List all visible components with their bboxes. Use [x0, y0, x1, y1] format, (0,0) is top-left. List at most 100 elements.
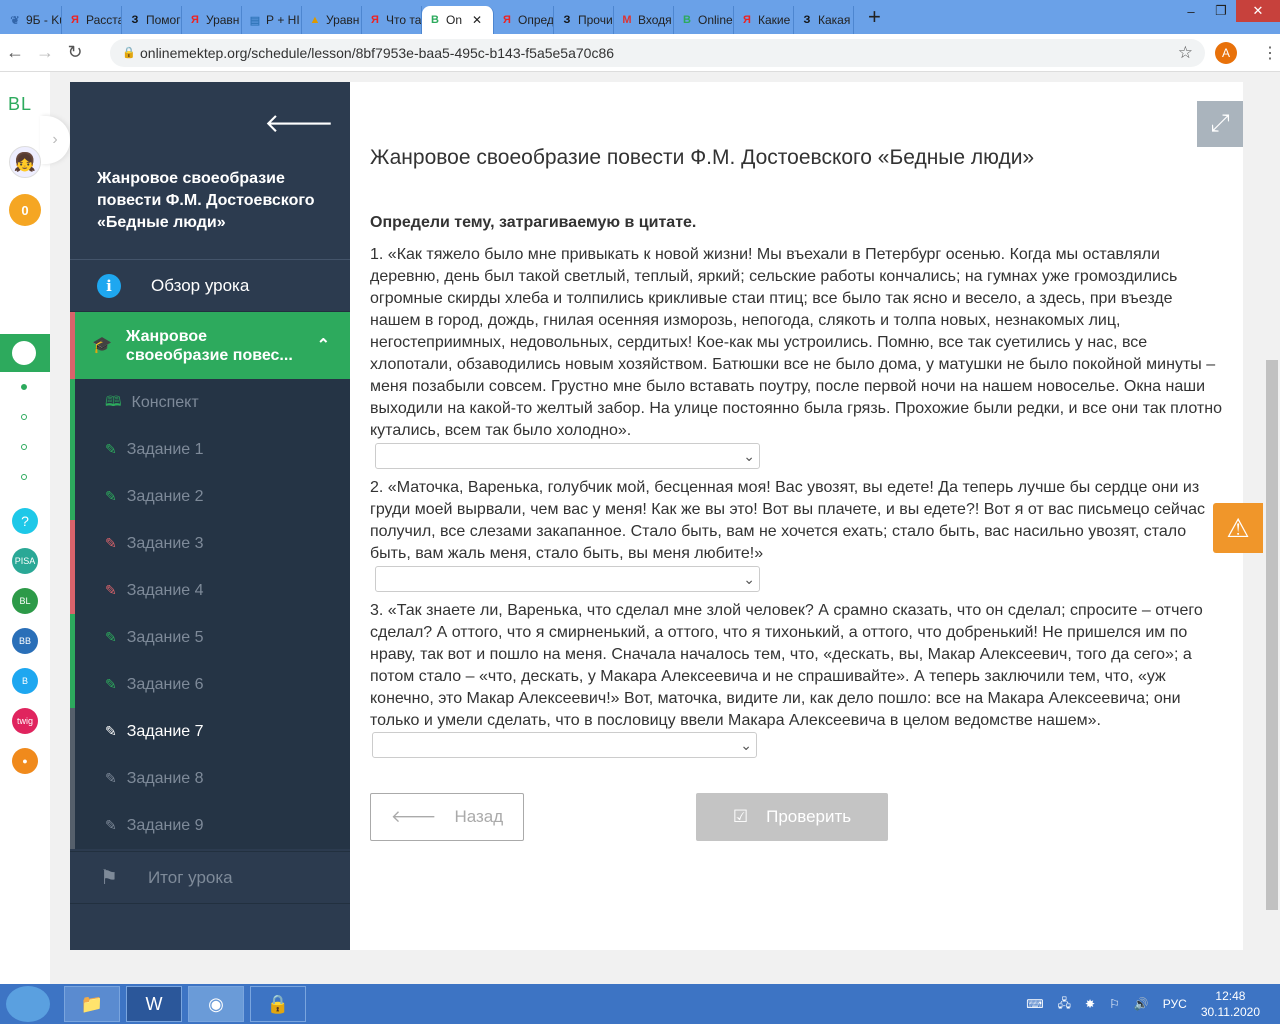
user-avatar[interactable]: 👧	[9, 146, 41, 178]
book-icon: 🕮	[105, 392, 122, 409]
tab-strip: ❦ 9Б - Ku Я Расста З Помог Я Уравн ▤ Р + НІ ▲ Уравн…	[0, 0, 1280, 34]
chrome-icon[interactable]: ◉	[188, 986, 244, 1022]
bilimbook-icon[interactable]: BB	[12, 628, 38, 654]
browser-tab[interactable]: З Какая	[794, 6, 854, 34]
scrollbar[interactable]	[1264, 72, 1280, 984]
answer-select-1[interactable]: ⌄	[375, 443, 760, 469]
browser-tab[interactable]: B Online	[674, 6, 734, 34]
znanija-icon: З	[131, 14, 139, 26]
browser-tab[interactable]: З Прочи	[554, 6, 614, 34]
arrow-left-icon[interactable]: 🡐	[264, 108, 334, 139]
nav-dot[interactable]	[21, 474, 27, 480]
sidebar-item-task[interactable]: ✎ Задание 9	[70, 802, 350, 849]
nav-dot[interactable]	[21, 444, 27, 450]
minimize-button[interactable]: –	[1176, 0, 1206, 22]
edit-icon: ✎	[105, 535, 117, 551]
edit-icon: ✎	[105, 582, 117, 598]
browser-tab[interactable]: ▲ Уравн	[302, 6, 362, 34]
bilimland-icon[interactable]: BL	[12, 588, 38, 614]
sidebar-item-overview[interactable]: i Обзор урока	[70, 260, 350, 312]
keyboard-icon[interactable]: ⌨	[1026, 997, 1043, 1011]
bilimmedia-icon[interactable]: ●	[12, 748, 38, 774]
browser-tab[interactable]: M Входя	[614, 6, 674, 34]
znanija-icon: З	[803, 14, 811, 26]
browser-tab[interactable]: ▤ Р + НІ	[242, 6, 302, 34]
sidebar-item-topic[interactable]: 🎓 Жанровое своеобразие повес... ⌃	[70, 312, 350, 379]
avast-icon[interactable]: ✸	[1085, 997, 1095, 1011]
network-icon[interactable]: 🖧	[1058, 994, 1071, 1015]
yandex-icon: Я	[371, 14, 379, 26]
browser-tab[interactable]: Я Опред	[494, 6, 554, 34]
flag-icon[interactable]: ⚐	[1109, 997, 1120, 1011]
lesson-content: ⤢ Жанровое своеобразие повести Ф.М. Дост…	[350, 82, 1243, 950]
app-icon[interactable]: 🔒	[250, 986, 306, 1022]
check-button[interactable]: ☑ Проверить	[696, 793, 888, 841]
fullscreen-icon[interactable]: ⤢	[1197, 101, 1243, 147]
pisa-icon[interactable]: PISA	[12, 548, 38, 574]
task-instruction: Определи тему, затрагиваемую в цитате.	[370, 214, 697, 231]
language-indicator[interactable]: РУС	[1163, 997, 1187, 1011]
sidebar-item-task[interactable]: ✎ Задание 5	[70, 614, 350, 661]
volume-icon[interactable]: 🔊	[1134, 997, 1149, 1011]
help-icon[interactable]: ?	[12, 508, 38, 534]
sidebar-item-task[interactable]: ✎ Задание 2	[70, 473, 350, 520]
edit-icon: ✎	[105, 817, 117, 833]
menu-icon[interactable]: ⋮	[1262, 43, 1278, 63]
sidebar-item-task[interactable]: ✎ Задание 4	[70, 567, 350, 614]
nav-dot[interactable]	[21, 384, 27, 390]
start-button[interactable]	[6, 986, 50, 1022]
explorer-icon[interactable]: 📁	[64, 986, 120, 1022]
browser-tab[interactable]: B On ✕	[422, 6, 494, 34]
sidebar-item-task[interactable]: ✎ Задание 1	[70, 426, 350, 473]
sidebar-item-task[interactable]: 🕮 Конспект	[70, 379, 350, 426]
lock-icon: 🔒	[122, 47, 136, 59]
yandex-icon: Я	[503, 14, 511, 26]
sidebar-item-task[interactable]: ✎ Задание 6	[70, 661, 350, 708]
answer-select-2[interactable]: ⌄	[375, 566, 760, 592]
sidebar-item-task[interactable]: ✎ Задание 3	[70, 520, 350, 567]
chevron-up-icon[interactable]: ⌃	[317, 336, 330, 355]
browser-tab[interactable]: Я Что та	[362, 6, 422, 34]
expand-rail-button[interactable]: ›	[40, 116, 70, 164]
sidebar-item-task[interactable]: ✎ Задание 8	[70, 755, 350, 802]
answer-select-3[interactable]: ⌄	[372, 732, 757, 758]
graduation-cap-icon: 🎓	[92, 337, 112, 354]
browser-tab[interactable]: Я Какие	[734, 6, 794, 34]
question-1: 1. «Как тяжело было мне привыкать к ново…	[370, 244, 1225, 469]
back-button[interactable]: 🡐 Назад	[370, 793, 524, 841]
sidebar-item-final[interactable]: ⚑ Итог урока	[70, 851, 350, 904]
online-mektep-link[interactable]	[0, 334, 50, 372]
report-warning-icon[interactable]: ⚠	[1213, 503, 1263, 553]
close-window-button[interactable]: ✕	[1236, 0, 1280, 22]
twig-icon[interactable]: twig	[12, 708, 38, 734]
browser-tab[interactable]: Я Расста	[62, 6, 122, 34]
bookmark-star-icon[interactable]: ☆	[1178, 43, 1193, 63]
back-nav-icon[interactable]: ←	[0, 42, 30, 63]
forward-nav-icon[interactable]: →	[30, 42, 60, 63]
browser-tab[interactable]: Я Уравн	[182, 6, 242, 34]
edit-icon: ✎	[105, 488, 117, 504]
new-tab-button[interactable]: +	[868, 4, 881, 30]
sidebar-item-task[interactable]: ✎ Задание 7	[70, 708, 350, 755]
flag-icon: ⚑	[100, 867, 118, 889]
word-icon[interactable]: W	[126, 986, 182, 1022]
taskbar: 📁 W ◉ 🔒 ⌨ 🖧 ✸ ⚐ 🔊 РУС 12:48 30.11.2020	[0, 984, 1280, 1024]
edit-icon: ✎	[105, 723, 117, 739]
edit-icon: ✎	[105, 441, 117, 457]
browser-tab[interactable]: ❦ 9Б - Ku	[2, 6, 62, 34]
browser-tab[interactable]: З Помог	[122, 6, 182, 34]
close-tab-icon[interactable]: ✕	[472, 13, 482, 27]
system-tray: ⌨ 🖧 ✸ ⚐ 🔊 РУС 12:48 30.11.2020	[1026, 988, 1260, 1020]
reload-icon[interactable]: ↻	[60, 42, 90, 63]
url-input[interactable]: 🔒 onlinemektep.org/schedule/lesson/8bf79…	[110, 38, 1205, 67]
onlinemektep-icon: B	[683, 14, 691, 26]
profile-avatar[interactable]: A	[1215, 41, 1237, 64]
arrow-left-icon: 🡐	[390, 807, 437, 826]
bilimclass-icon[interactable]: B	[12, 668, 38, 694]
lesson-sidebar: 🡐 Жанровое своеобразие повести Ф.М. Дост…	[70, 82, 350, 950]
clock[interactable]: 12:48 30.11.2020	[1201, 988, 1260, 1020]
nav-dot[interactable]	[21, 414, 27, 420]
left-rail: BL › 👧 0 ? PISA BL BB B twig ●	[0, 72, 70, 984]
chevron-down-icon: ⌄	[743, 571, 755, 587]
restore-button[interactable]: ❐	[1206, 0, 1236, 22]
